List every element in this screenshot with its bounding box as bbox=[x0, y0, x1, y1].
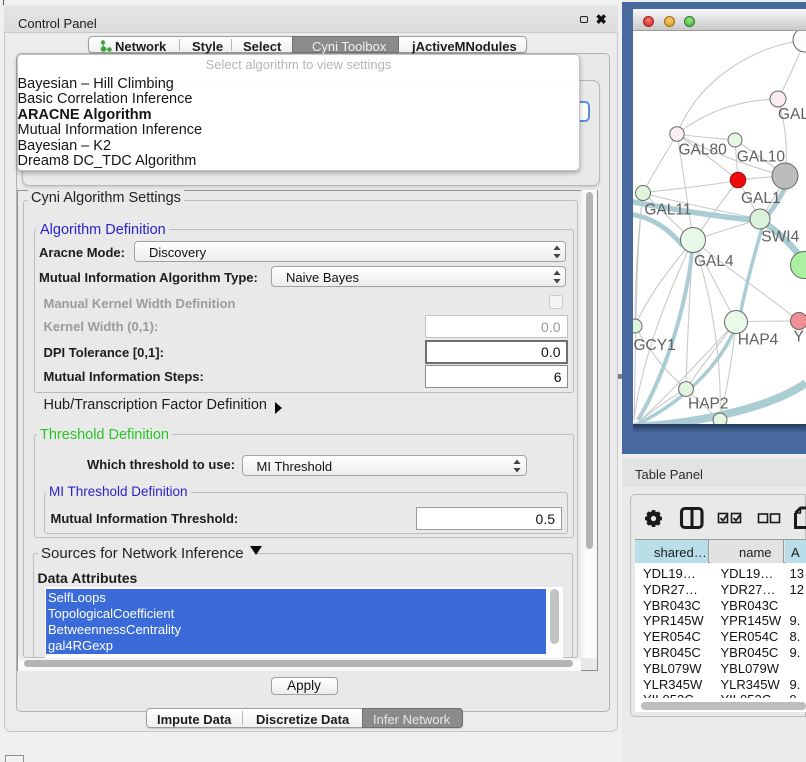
svg-text:SWI4: SWI4 bbox=[761, 229, 799, 246]
svg-text:GAL7: GAL7 bbox=[778, 106, 806, 123]
svg-text:GAL10: GAL10 bbox=[737, 149, 786, 166]
svg-text:GAL1: GAL1 bbox=[741, 190, 781, 207]
svg-text:HAP2: HAP2 bbox=[688, 396, 729, 413]
svg-text:GAL11: GAL11 bbox=[644, 202, 691, 219]
svg-text:HAP4: HAP4 bbox=[738, 332, 779, 349]
svg-text:Y: Y bbox=[794, 329, 804, 346]
svg-text:GAL4: GAL4 bbox=[694, 253, 734, 270]
svg-text:GCY1: GCY1 bbox=[634, 337, 676, 354]
svg-text:GAL80: GAL80 bbox=[679, 142, 728, 159]
